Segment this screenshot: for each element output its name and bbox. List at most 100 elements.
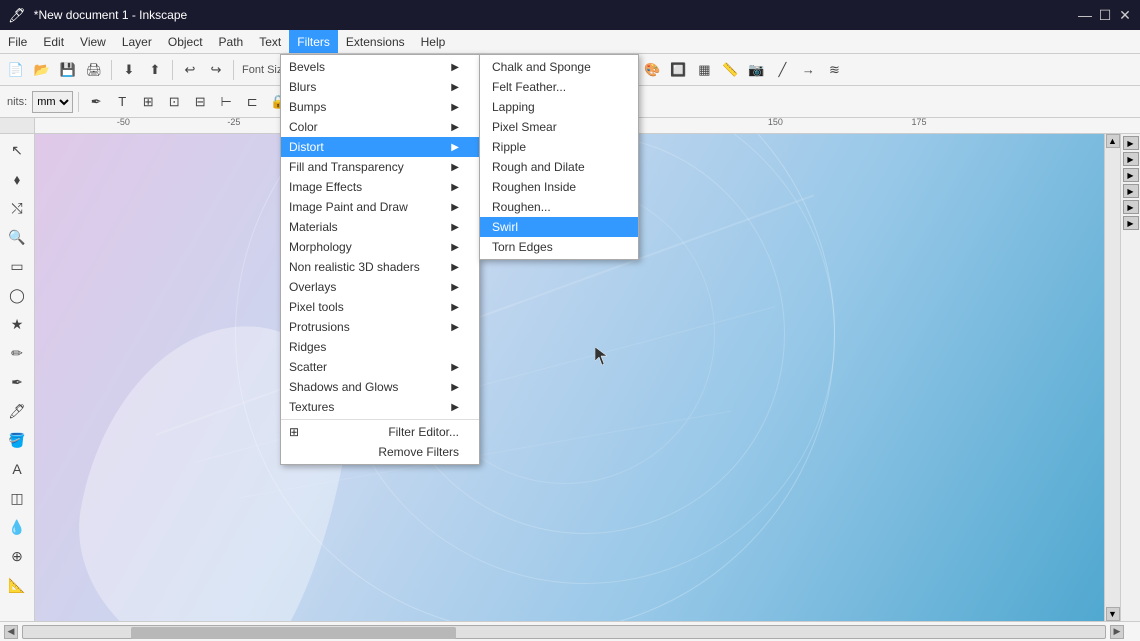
filters-menu-bevels[interactable]: Bevels ▶: [281, 57, 479, 77]
text-tool[interactable]: A: [3, 455, 31, 483]
scroll-track[interactable]: [1105, 148, 1120, 607]
protrusions-label: Protrusions: [289, 320, 350, 334]
pen-tool[interactable]: ✒: [3, 368, 31, 396]
filters-menu-image-effects[interactable]: Image Effects ▶: [281, 177, 479, 197]
scroll-down-button[interactable]: ▼: [1106, 607, 1120, 621]
pencil-tool[interactable]: ✏: [3, 339, 31, 367]
tool-btn6[interactable]: ⊢: [214, 90, 238, 114]
open-button[interactable]: 📂: [30, 58, 54, 82]
filters-menu-image-paint[interactable]: Image Paint and Draw ▶: [281, 197, 479, 217]
horizontal-scrollbar[interactable]: [22, 625, 1106, 639]
menu-filters[interactable]: Filters: [289, 30, 338, 53]
extra-button[interactable]: ≋: [822, 58, 846, 82]
new-button[interactable]: 📄: [4, 58, 28, 82]
scroll-left-button[interactable]: ◀: [4, 625, 18, 639]
tool-btn7[interactable]: ⊏: [240, 90, 264, 114]
filters-menu-overlays[interactable]: Overlays ▶: [281, 277, 479, 297]
distort-swirl[interactable]: Swirl: [480, 217, 638, 237]
menu-text[interactable]: Text: [251, 30, 289, 53]
menu-file[interactable]: File: [0, 30, 35, 53]
snap-button[interactable]: 🔲: [666, 58, 690, 82]
scroll-up-button[interactable]: ▲: [1106, 134, 1120, 148]
undo-button[interactable]: ↩: [178, 58, 202, 82]
tool-btn4[interactable]: ⊡: [162, 90, 186, 114]
panel-btn6[interactable]: ▶: [1123, 216, 1139, 230]
filters-menu-distort[interactable]: Distort ▶: [281, 137, 479, 157]
ellipse-tool[interactable]: ◯: [3, 281, 31, 309]
panel-btn1[interactable]: ▶: [1123, 136, 1139, 150]
units-select[interactable]: mm px pt in cm: [32, 91, 73, 113]
filters-menu-bumps[interactable]: Bumps ▶: [281, 97, 479, 117]
print-button[interactable]: 🖨: [82, 58, 106, 82]
menu-help[interactable]: Help: [413, 30, 454, 53]
filters-menu-filter-editor[interactable]: ⊞ Filter Editor...: [281, 422, 479, 442]
rect-tool[interactable]: ▭: [3, 252, 31, 280]
camera-button[interactable]: 📷: [744, 58, 768, 82]
filters-menu-protrusions[interactable]: Protrusions ▶: [281, 317, 479, 337]
filters-menu-shadows[interactable]: Shadows and Glows ▶: [281, 377, 479, 397]
distort-ripple[interactable]: Ripple: [480, 137, 638, 157]
filters-menu-color[interactable]: Color ▶: [281, 117, 479, 137]
gradient-tool[interactable]: ◫: [3, 484, 31, 512]
filters-menu-pixel-tools[interactable]: Pixel tools ▶: [281, 297, 479, 317]
distort-torn-edges[interactable]: Torn Edges: [480, 237, 638, 257]
distort-roughen[interactable]: Roughen...: [480, 197, 638, 217]
filters-menu-textures[interactable]: Textures ▶: [281, 397, 479, 417]
maximize-button[interactable]: ☐: [1098, 8, 1112, 22]
save-button[interactable]: 💾: [56, 58, 80, 82]
select-tool[interactable]: ↖: [3, 136, 31, 164]
filters-menu-blurs[interactable]: Blurs ▶: [281, 77, 479, 97]
panel-btn3[interactable]: ▶: [1123, 168, 1139, 182]
menu-extensions[interactable]: Extensions: [338, 30, 413, 53]
arrow-button[interactable]: →: [796, 58, 820, 82]
menu-path[interactable]: Path: [211, 30, 252, 53]
filters-menu-fill[interactable]: Fill and Transparency ▶: [281, 157, 479, 177]
tool-btn3[interactable]: ⊞: [136, 90, 160, 114]
torn-edges-label: Torn Edges: [492, 240, 553, 254]
distort-pixel-smear[interactable]: Pixel Smear: [480, 117, 638, 137]
tool-btn5[interactable]: ⊟: [188, 90, 212, 114]
close-button[interactable]: ✕: [1118, 8, 1132, 22]
distort-lapping[interactable]: Lapping: [480, 97, 638, 117]
tool-btn2[interactable]: T: [110, 90, 134, 114]
filters-menu-non-realistic[interactable]: Non realistic 3D shaders ▶: [281, 257, 479, 277]
menu-layer[interactable]: Layer: [114, 30, 160, 53]
tool-btn1[interactable]: ✒: [84, 90, 108, 114]
menu-object[interactable]: Object: [160, 30, 211, 53]
swirl-label: Swirl: [492, 220, 518, 234]
filters-menu-scatter[interactable]: Scatter ▶: [281, 357, 479, 377]
filters-menu-morphology[interactable]: Morphology ▶: [281, 237, 479, 257]
filters-menu-materials[interactable]: Materials ▶: [281, 217, 479, 237]
distort-roughen-inside[interactable]: Roughen Inside: [480, 177, 638, 197]
scroll-right-button[interactable]: ▶: [1110, 625, 1124, 639]
connector-tool[interactable]: ⊕: [3, 542, 31, 570]
line-button[interactable]: ╱: [770, 58, 794, 82]
panel-btn2[interactable]: ▶: [1123, 152, 1139, 166]
right-scrollbar[interactable]: ▲ ▼: [1104, 134, 1120, 621]
panel-btn5[interactable]: ▶: [1123, 200, 1139, 214]
dropper-tool[interactable]: 💧: [3, 513, 31, 541]
filters-menu-ridges[interactable]: Ridges: [281, 337, 479, 357]
filters-menu-remove-filters[interactable]: Remove Filters: [281, 442, 479, 462]
panel-btn4[interactable]: ▶: [1123, 184, 1139, 198]
felt-feather-label: Felt Feather...: [492, 80, 566, 94]
minimize-button[interactable]: —: [1078, 8, 1092, 22]
menu-edit[interactable]: Edit: [35, 30, 72, 53]
import-button[interactable]: ⬇: [117, 58, 141, 82]
tweak-tool[interactable]: ⤭: [3, 194, 31, 222]
menu-view[interactable]: View: [72, 30, 114, 53]
zoom-tool[interactable]: 🔍: [3, 223, 31, 251]
export-button[interactable]: ⬆: [143, 58, 167, 82]
grid-button[interactable]: ▦: [692, 58, 716, 82]
calligraphy-tool[interactable]: 🖊: [3, 397, 31, 425]
distort-felt-feather[interactable]: Felt Feather...: [480, 77, 638, 97]
redo-button[interactable]: ↪: [204, 58, 228, 82]
star-tool[interactable]: ★: [3, 310, 31, 338]
distort-chalk-sponge[interactable]: Chalk and Sponge: [480, 57, 638, 77]
distort-rough-dilate[interactable]: Rough and Dilate: [480, 157, 638, 177]
measure-button[interactable]: 📏: [718, 58, 742, 82]
measure-tool[interactable]: 📐: [3, 571, 31, 599]
bucket-tool[interactable]: 🪣: [3, 426, 31, 454]
color-button[interactable]: 🎨: [640, 58, 664, 82]
node-tool[interactable]: ⬧: [3, 165, 31, 193]
